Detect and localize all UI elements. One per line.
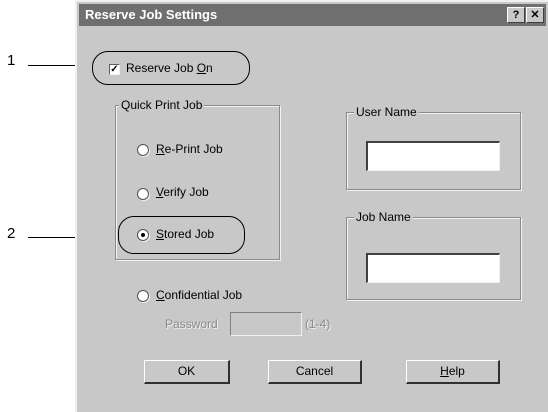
reserve-job-checkbox[interactable]: ✓: [109, 64, 120, 75]
window-title: Reserve Job Settings: [85, 7, 218, 22]
password-field[interactable]: [230, 312, 302, 336]
help-title-button[interactable]: ?: [507, 7, 525, 23]
confidential-job-accel: C: [156, 288, 165, 302]
stored-job-accel: S: [156, 227, 165, 241]
reserve-job-label-prefix: Reserve Job: [126, 61, 197, 75]
ok-button[interactable]: OK: [144, 360, 230, 384]
reprint-job-rest: e-Print Job: [164, 142, 223, 156]
verify-job-rest: erify Job: [163, 185, 209, 199]
verify-job-label[interactable]: Verify Job: [156, 185, 209, 199]
title-bar: Reserve Job Settings ? ✕: [79, 4, 546, 26]
quick-print-job-label: Quick Print Job: [119, 98, 205, 112]
password-label: Password: [165, 317, 218, 331]
callout-number-1: 1: [7, 52, 16, 69]
stored-job-label[interactable]: Stored Job: [156, 227, 214, 241]
confidential-job-radio[interactable]: [137, 290, 149, 302]
close-icon[interactable]: ✕: [526, 7, 544, 23]
help-button-rest: elp: [448, 364, 465, 378]
reprint-job-label[interactable]: Re-Print Job: [156, 142, 223, 156]
reserve-job-label-accel: O: [196, 61, 207, 75]
verify-job-radio[interactable]: [137, 188, 149, 200]
help-button[interactable]: Help: [406, 360, 500, 384]
stored-job-rest: tored Job: [164, 227, 215, 241]
password-hint: (1-4): [305, 317, 331, 331]
reprint-job-radio[interactable]: [137, 144, 149, 156]
job-name-label: Job Name: [354, 210, 413, 224]
cancel-button[interactable]: Cancel: [268, 360, 362, 384]
callout-number-2: 2: [7, 225, 16, 242]
confidential-job-rest: onfidential Job: [164, 288, 243, 302]
reserve-job-label[interactable]: Reserve Job On: [126, 61, 213, 75]
user-name-label: User Name: [354, 105, 419, 119]
reserve-job-settings-dialog: Reserve Job Settings ? ✕ ✓ Reserve Job O…: [75, 0, 548, 412]
confidential-job-label[interactable]: Confidential Job: [156, 288, 242, 302]
job-name-input[interactable]: [366, 253, 500, 283]
stored-job-radio-dot: [141, 233, 145, 237]
help-button-accel: H: [440, 364, 449, 378]
user-name-input[interactable]: [366, 141, 500, 171]
stored-job-radio[interactable]: [137, 229, 149, 241]
reserve-job-label-suffix: n: [206, 61, 213, 75]
reprint-job-accel: R: [156, 142, 165, 156]
